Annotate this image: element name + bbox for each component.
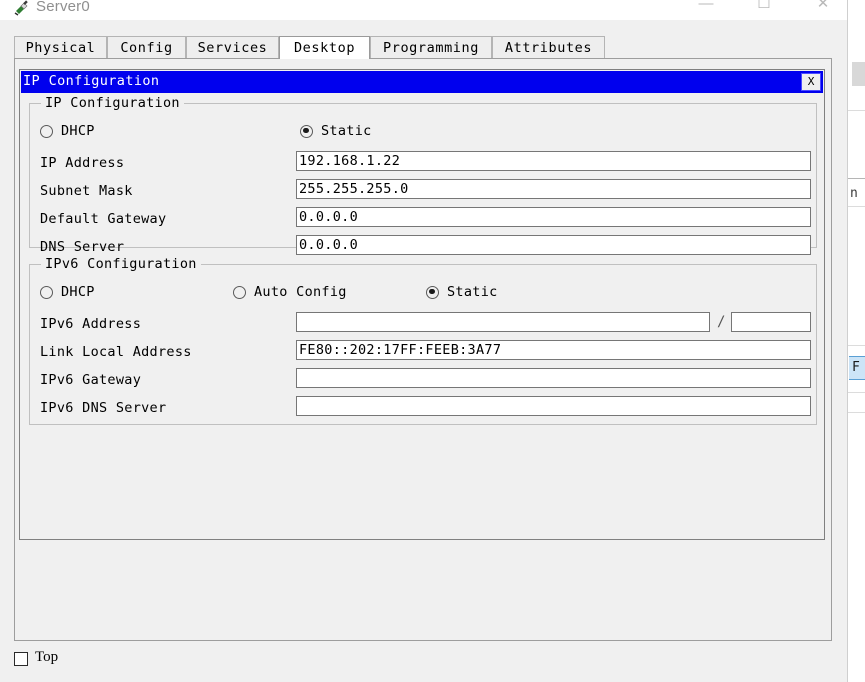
tab-attributes[interactable]: Attributes [492,36,605,59]
sliver-row-separator [848,178,865,179]
label-ipv6-address: IPv6 Address [40,316,142,332]
input-link-local-address[interactable]: FE80::202:17FF:FEEB:3A77 [296,340,811,360]
label-ipv6-dns-server: IPv6 DNS Server [40,400,167,416]
input-subnet-mask[interactable]: 255.255.255.0 [296,179,811,199]
device-server-icon [14,0,30,16]
radio-ipv6-static-label: Static [447,284,498,300]
sliver-text-fragment: n [850,186,858,201]
input-ipv6-gateway[interactable] [296,368,811,388]
radio-ipv6-dhcp-label: DHCP [61,284,95,300]
ip-configuration-dialog: IP Configuration X IP Configuration DHCP… [19,69,825,540]
sliver-divider-3 [848,345,865,346]
ipv6-configuration-group: IPv6 Configuration DHCP Auto Config Stat… [29,256,817,425]
label-ip-address: IP Address [40,155,125,171]
device-window: Server0 — ☐ ✕ Physical Config Services D… [0,0,847,682]
radio-ipv4-dhcp-label: DHCP [61,123,95,139]
radio-ipv4-static[interactable]: Static [300,122,372,140]
tab-physical[interactable]: Physical [14,36,107,59]
top-checkbox-label: Top [35,649,59,665]
scrollbar-thumb[interactable] [852,62,865,86]
ipv4-configuration-group: IP Configuration DHCP Static IP Address … [29,95,817,255]
tab-config[interactable]: Config [107,36,186,59]
sliver-selected-row[interactable]: F [849,356,865,380]
radio-ipv6-dhcp-indicator [40,285,53,299]
tab-services[interactable]: Services [186,36,279,59]
radio-ipv6-auto-config-indicator [233,285,246,299]
sliver-divider-4 [848,392,865,393]
radio-ipv6-static[interactable]: Static [426,283,498,301]
label-dns-server: DNS Server [40,239,125,255]
label-link-local-address: Link Local Address [40,344,192,360]
label-default-gateway: Default Gateway [40,211,167,227]
ipv6-group-legend: IPv6 Configuration [41,256,201,272]
sliver-divider [848,110,865,111]
radio-ipv6-auto-config[interactable]: Auto Config [233,283,347,301]
radio-ipv4-static-indicator [300,124,313,138]
ipv6-prefix-separator: / [717,314,726,330]
dialog-title: IP Configuration [23,73,160,89]
close-button[interactable]: ✕ [800,0,846,16]
ipv4-group-legend: IP Configuration [41,95,184,111]
sliver-divider-5 [848,412,865,413]
input-ipv6-address[interactable] [296,312,710,332]
window-titlebar: Server0 — ☐ ✕ [0,0,847,20]
radio-ipv4-static-label: Static [321,123,372,139]
label-ipv6-gateway: IPv6 Gateway [40,372,142,388]
input-dns-server[interactable]: 0.0.0.0 [296,235,811,255]
window-title: Server0 [36,0,90,15]
input-ip-address[interactable]: 192.168.1.22 [296,151,811,171]
sliver-divider-2 [848,206,865,207]
radio-ipv4-dhcp-indicator [40,124,53,138]
tab-desktop[interactable]: Desktop [279,36,370,59]
minimize-button[interactable]: — [683,0,729,16]
tab-bar: Physical Config Services Desktop Program… [14,36,847,59]
window-bottom-bar: Top [0,645,847,682]
label-subnet-mask: Subnet Mask [40,183,133,199]
input-ipv6-dns-server[interactable] [296,396,811,416]
dialog-titlebar: IP Configuration X [21,71,823,93]
desktop-content-panel: IP Configuration X IP Configuration DHCP… [14,58,832,641]
sliver-selected-text: F [852,360,860,375]
top-checkbox[interactable] [14,652,28,666]
dialog-close-icon[interactable]: X [801,73,821,91]
tab-programming[interactable]: Programming [370,36,492,59]
input-ipv6-prefix[interactable] [731,312,811,332]
radio-ipv4-dhcp[interactable]: DHCP [40,122,95,140]
radio-ipv6-dhcp[interactable]: DHCP [40,283,95,301]
input-default-gateway[interactable]: 0.0.0.0 [296,207,811,227]
radio-ipv6-static-indicator [426,285,439,299]
maximize-button[interactable]: ☐ [741,0,787,16]
radio-ipv6-auto-config-label: Auto Config [254,284,347,300]
background-window-sliver: n F [847,0,865,682]
